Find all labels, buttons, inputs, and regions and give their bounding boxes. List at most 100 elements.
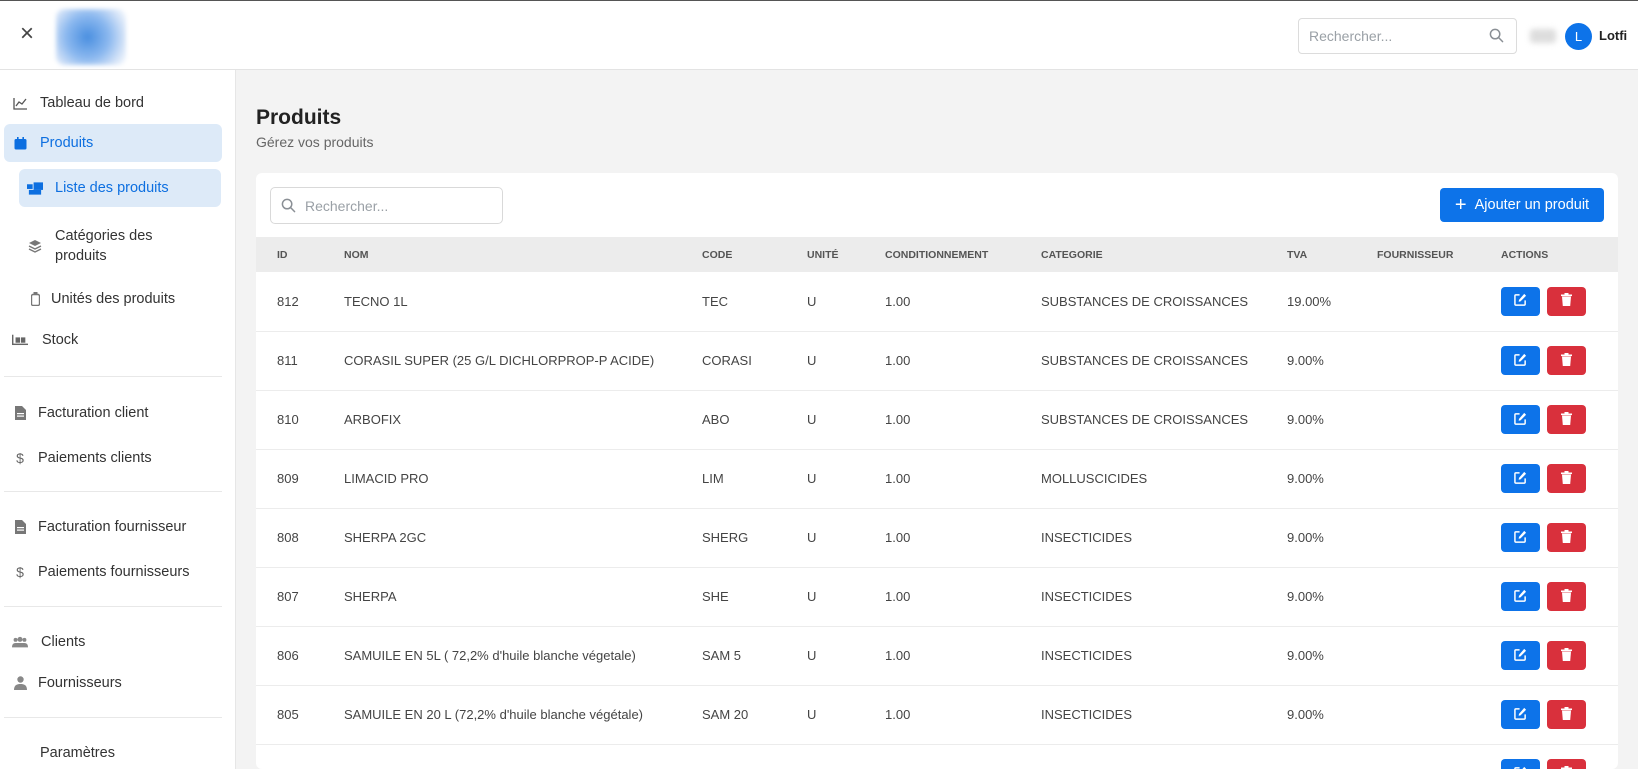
cell-actions <box>1501 331 1618 390</box>
row-actions <box>1501 464 1618 493</box>
cell-id: 806 <box>277 648 299 663</box>
dollar-icon: $ <box>16 564 24 580</box>
table-search-input[interactable] <box>305 188 495 223</box>
table-row[interactable] <box>256 744 1618 769</box>
dollar-icon: $ <box>16 450 24 466</box>
layers-icon <box>27 238 43 254</box>
cell-code: CORASI <box>702 353 752 368</box>
delete-button[interactable] <box>1547 286 1586 316</box>
global-search-input[interactable] <box>1309 19 1479 53</box>
edit-button[interactable] <box>1501 582 1540 611</box>
add-product-button[interactable]: + Ajouter un produit <box>1440 188 1604 222</box>
cell-code: SAM 5 <box>702 648 742 663</box>
cell-tva: 9.00% <box>1287 648 1324 663</box>
table-row[interactable]: 805 SAMUILE EN 20 L (72,2% d'huile blanch… <box>256 685 1618 744</box>
table-row[interactable]: 811 CORASIL SUPER (25 G/L DICHLORPROP-P A… <box>256 331 1618 390</box>
sidebar-item-unites[interactable]: Unités des produits <box>19 280 221 318</box>
close-icon[interactable]: × <box>16 22 38 46</box>
col-code[interactable]: CODE <box>702 237 807 272</box>
avatar[interactable]: L <box>1565 23 1592 50</box>
col-conditionnement[interactable]: CONDITIONNEMENT <box>885 237 1041 272</box>
notification-badge[interactable] <box>1530 29 1556 43</box>
table-row[interactable]: 810 ARBOFIX ABO U 1.00 SUBSTANCES DE CROISSAN… <box>256 390 1618 449</box>
sidebar-item-label: Liste des produits <box>55 180 169 196</box>
sidebar-item-dashboard[interactable]: Tableau de bord <box>4 84 222 122</box>
sidebar-item-clients[interactable]: Clients <box>4 623 222 661</box>
col-id[interactable]: ID <box>256 237 344 272</box>
edit-button[interactable] <box>1501 464 1540 493</box>
cell-actions <box>1501 744 1618 769</box>
products-card: + Ajouter un produit ID NOM CODE UNITÉ C… <box>256 173 1618 769</box>
sidebar-item-categories[interactable]: Catégories des produits <box>19 222 221 270</box>
user-name[interactable]: Lotfi <box>1599 28 1627 43</box>
trash-icon <box>1561 529 1572 546</box>
delete-button[interactable] <box>1547 346 1586 375</box>
col-tva[interactable]: TVA <box>1287 237 1377 272</box>
delete-button[interactable] <box>1547 641 1586 670</box>
cell-fournisseur <box>1377 331 1501 390</box>
cell-conditionnement: 1.00 <box>885 707 911 722</box>
cell-tva: 9.00% <box>1287 412 1324 427</box>
cell-tva: 19.00% <box>1287 293 1332 309</box>
col-nom[interactable]: NOM <box>344 237 702 272</box>
edit-button[interactable] <box>1501 641 1540 670</box>
delete-button[interactable] <box>1547 582 1586 611</box>
col-categorie[interactable]: CATEGORIE <box>1041 237 1287 272</box>
delete-button[interactable] <box>1547 523 1586 552</box>
sidebar-item-label: Facturation client <box>38 405 149 421</box>
boxes-icon <box>27 180 43 196</box>
sidebar-item-facturation-client[interactable]: Facturation client <box>4 394 222 432</box>
sidebar-item-facturation-fournisseur[interactable]: Facturation fournisseur <box>4 508 222 546</box>
search-icon[interactable] <box>1489 28 1504 48</box>
sidebar-item-produits[interactable]: Produits <box>4 124 222 162</box>
table-search[interactable] <box>270 187 503 224</box>
cell-nom: ARBOFIX <box>344 412 402 427</box>
edit-icon <box>1514 589 1527 605</box>
col-unite[interactable]: UNITÉ <box>807 237 885 272</box>
global-search[interactable] <box>1298 18 1517 54</box>
cell-actions <box>1501 390 1618 449</box>
delete-button[interactable] <box>1547 759 1586 769</box>
cell-nom: CORASIL SUPER (25 G/L DICHLORPROP-P ACID… <box>344 353 655 368</box>
delete-button[interactable] <box>1547 405 1586 434</box>
cell-conditionnement <box>885 744 1041 769</box>
cell-fournisseur <box>1377 567 1501 626</box>
file-icon <box>12 405 28 421</box>
edit-icon <box>1514 471 1527 487</box>
sidebar-item-paiements-clients[interactable]: $ Paiements clients <box>4 439 222 477</box>
row-actions <box>1501 346 1618 375</box>
edit-button[interactable] <box>1501 346 1540 375</box>
sidebar-item-paiements-fournisseurs[interactable]: $ Paiements fournisseurs <box>4 553 222 591</box>
cell-unite: U <box>807 293 817 309</box>
sidebar-item-stock[interactable]: Stock <box>4 321 222 359</box>
edit-button[interactable] <box>1501 523 1540 552</box>
col-fournisseur[interactable]: FOURNISSEUR <box>1377 237 1501 272</box>
edit-button[interactable] <box>1501 759 1540 769</box>
edit-button[interactable] <box>1501 286 1540 316</box>
edit-button[interactable] <box>1501 700 1540 729</box>
table-row[interactable]: 812 TECNO 1L TEC U 1.00 SUBSTANCES DE CROISSA… <box>256 272 1618 331</box>
edit-button[interactable] <box>1501 405 1540 434</box>
file-icon <box>12 519 28 535</box>
table-row[interactable]: 809 LIMACID PRO LIM U 1.00 MOLLUSCICIDES 9.00% <box>256 449 1618 508</box>
sidebar-item-parametres[interactable]: Paramètres <box>4 734 222 769</box>
table-row[interactable]: 808 SHERPA 2GC SHERG U 1.00 INSECTICIDES 9.00% <box>256 508 1618 567</box>
cell-fournisseur <box>1377 508 1501 567</box>
table-row[interactable]: 806 SAMUILE EN 5L ( 72,2% d'huile blanche… <box>256 626 1618 685</box>
cell-categorie: SUBSTANCES DE CROISSANCES <box>1041 353 1249 368</box>
cell-conditionnement: 1.00 <box>885 589 911 604</box>
page-subtitle: Gérez vos produits <box>256 134 374 150</box>
delete-button[interactable] <box>1547 464 1586 493</box>
bottle-icon <box>27 291 43 307</box>
cell-categorie: SUBSTANCES DE CROISSANCES <box>1041 412 1249 427</box>
sidebar-item-label: Paiements fournisseurs <box>38 564 190 580</box>
sidebar-item-liste-produits[interactable]: Liste des produits <box>19 169 221 207</box>
delete-button[interactable] <box>1547 700 1586 729</box>
users-icon <box>12 634 28 650</box>
sidebar-item-fournisseurs[interactable]: Fournisseurs <box>4 664 222 702</box>
trash-icon <box>1561 352 1572 369</box>
plus-icon: + <box>1454 194 1467 216</box>
cell-tva: 9.00% <box>1287 530 1324 545</box>
cell-unite: U <box>807 353 817 368</box>
table-row[interactable]: 807 SHERPA SHE U 1.00 INSECTICIDES 9.00% <box>256 567 1618 626</box>
